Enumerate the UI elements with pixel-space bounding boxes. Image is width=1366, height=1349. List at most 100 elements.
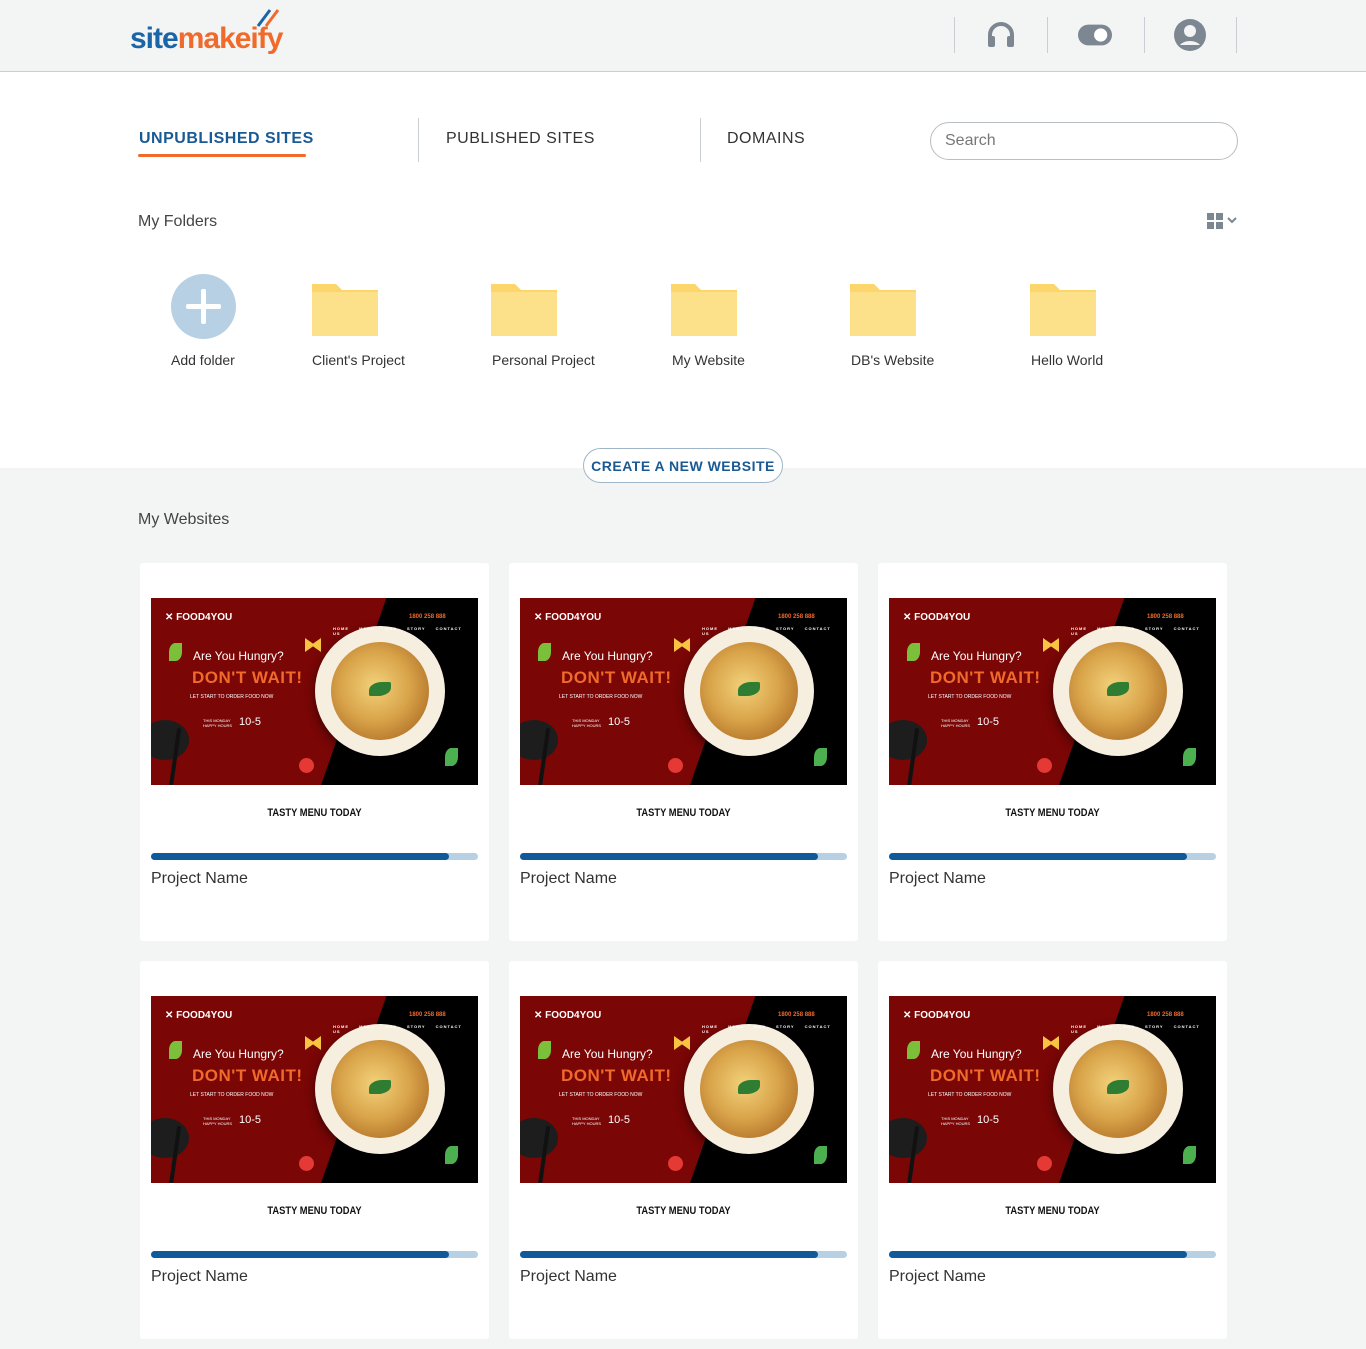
leaf-image bbox=[1183, 748, 1196, 766]
leaf-image bbox=[445, 748, 458, 766]
website-card[interactable]: ✕ FOOD4YOU HOME MENU OUR STORY CONTACT U… bbox=[509, 961, 858, 1339]
header-divider bbox=[1236, 17, 1237, 53]
search-input[interactable] bbox=[930, 122, 1238, 160]
toggle-icon[interactable] bbox=[1078, 18, 1112, 52]
folder-label: My Website bbox=[672, 352, 745, 368]
my-websites-title: My Websites bbox=[138, 511, 230, 528]
thumbnail-tagline: TASTY MENU TODAY bbox=[636, 807, 731, 819]
project-name[interactable]: Project Name bbox=[520, 870, 617, 888]
folder-item[interactable]: My Website bbox=[671, 274, 831, 374]
thumbnail-cta: DON'T WAIT! bbox=[192, 1066, 303, 1085]
header-divider bbox=[1047, 17, 1048, 53]
folder-item[interactable]: Personal Project bbox=[491, 274, 651, 374]
thumbnail-nav: HOME MENU OUR STORY CONTACT US bbox=[1071, 626, 1200, 636]
project-name[interactable]: Project Name bbox=[151, 870, 248, 888]
user-icon[interactable] bbox=[1173, 18, 1207, 52]
folder-label: Client's Project bbox=[312, 352, 405, 368]
progress-bar bbox=[889, 1251, 1216, 1258]
thumbnail-headline: Are You Hungry? bbox=[931, 1047, 1022, 1061]
thumbnail-hours: 10-5 bbox=[239, 1114, 262, 1126]
headset-icon[interactable] bbox=[984, 18, 1018, 52]
logo-slash-icon bbox=[256, 9, 280, 27]
top-bar: sitemakeify bbox=[0, 0, 1366, 72]
website-thumbnail[interactable]: ✕ FOOD4YOU HOME MENU OUR STORY CONTACT U… bbox=[889, 996, 1216, 1183]
website-thumbnail[interactable]: ✕ FOOD4YOU HOME MENU OUR STORY CONTACT U… bbox=[520, 598, 847, 785]
leaf-image bbox=[169, 643, 182, 661]
thumbnail-hours: 10-5 bbox=[608, 1114, 631, 1126]
website-card[interactable]: ✕ FOOD4YOU HOME MENU OUR STORY CONTACT U… bbox=[878, 961, 1227, 1339]
progress-fill bbox=[520, 1251, 818, 1258]
thumbnail-brand: ✕ FOOD4YOU bbox=[534, 1010, 602, 1021]
thumbnail-hours-label: THIS MONDAY HAPPY HOURS bbox=[941, 718, 971, 728]
thumbnail-tagline: TASTY MENU TODAY bbox=[1005, 807, 1100, 819]
active-tab-indicator bbox=[138, 154, 306, 157]
pasta-bow-image bbox=[674, 1036, 690, 1050]
thumbnail-hours-label: THIS MONDAY HAPPY HOURS bbox=[941, 1116, 971, 1126]
tomato-image bbox=[668, 1156, 683, 1171]
thumbnail-hours: 10-5 bbox=[239, 716, 262, 728]
thumbnail-tagline: TASTY MENU TODAY bbox=[1005, 1205, 1100, 1217]
thumbnail-headline: Are You Hungry? bbox=[562, 649, 653, 663]
project-name[interactable]: Project Name bbox=[889, 1268, 986, 1286]
progress-bar bbox=[889, 853, 1216, 860]
website-card[interactable]: ✕ FOOD4YOU HOME MENU OUR STORY CONTACT U… bbox=[140, 961, 489, 1339]
project-name[interactable]: Project Name bbox=[151, 1268, 248, 1286]
tab-unpublished-sites[interactable]: UNPUBLISHED SITES bbox=[139, 130, 314, 148]
tab-divider bbox=[418, 118, 419, 162]
folder-icon bbox=[671, 284, 737, 336]
thumbnail-phone: 1800 258 888 bbox=[778, 1012, 815, 1018]
folder-item[interactable]: DB's Website bbox=[850, 274, 1010, 374]
thumbnail-cta: DON'T WAIT! bbox=[561, 1066, 672, 1085]
thumbnail-headline: Are You Hungry? bbox=[193, 1047, 284, 1061]
thumbnail-phone: 1800 258 888 bbox=[778, 614, 815, 620]
thumbnail-hours: 10-5 bbox=[977, 716, 1000, 728]
folder-icon bbox=[491, 284, 557, 336]
thumbnail-subtext: LET START TO ORDER FOOD NOW bbox=[928, 1092, 1012, 1098]
thumbnail-hours-label: THIS MONDAY HAPPY HOURS bbox=[203, 1116, 233, 1126]
pasta-bow-image bbox=[1043, 1036, 1059, 1050]
thumbnail-nav: HOME MENU OUR STORY CONTACT US bbox=[702, 626, 831, 636]
pasta-bow-image bbox=[674, 638, 690, 652]
website-thumbnail[interactable]: ✕ FOOD4YOU HOME MENU OUR STORY CONTACT U… bbox=[520, 996, 847, 1183]
website-card[interactable]: ✕ FOOD4YOU HOME MENU OUR STORY CONTACT U… bbox=[878, 563, 1227, 941]
thumbnail-brand: ✕ FOOD4YOU bbox=[165, 612, 233, 623]
project-name[interactable]: Project Name bbox=[520, 1268, 617, 1286]
tab-published-sites[interactable]: PUBLISHED SITES bbox=[446, 130, 595, 148]
leaf-image bbox=[169, 1041, 182, 1059]
website-thumbnail[interactable]: ✕ FOOD4YOU HOME MENU OUR STORY CONTACT U… bbox=[889, 598, 1216, 785]
folder-label: DB's Website bbox=[851, 352, 935, 368]
sitemakeify-logo[interactable]: sitemakeify bbox=[130, 9, 283, 56]
website-card[interactable]: ✕ FOOD4YOU HOME MENU OUR STORY CONTACT U… bbox=[509, 563, 858, 941]
tab-domains[interactable]: DOMAINS bbox=[727, 130, 805, 148]
thumbnail-subtext: LET START TO ORDER FOOD NOW bbox=[190, 694, 274, 700]
leaf-image bbox=[814, 748, 827, 766]
project-name[interactable]: Project Name bbox=[889, 870, 986, 888]
thumbnail-hours-label: THIS MONDAY HAPPY HOURS bbox=[572, 1116, 602, 1126]
tomato-image bbox=[1037, 758, 1052, 773]
thumbnail-brand: ✕ FOOD4YOU bbox=[903, 1010, 971, 1021]
website-thumbnail[interactable]: ✕ FOOD4YOU HOME MENU OUR STORY CONTACT U… bbox=[151, 996, 478, 1183]
tomato-image bbox=[668, 758, 683, 773]
thumbnail-hours: 10-5 bbox=[977, 1114, 1000, 1126]
progress-bar bbox=[520, 1251, 847, 1258]
thumbnail-tagline: TASTY MENU TODAY bbox=[636, 1205, 731, 1217]
leaf-image bbox=[907, 643, 920, 661]
website-card[interactable]: ✕ FOOD4YOU HOME MENU OUR STORY CONTACT U… bbox=[140, 563, 489, 941]
folder-icon bbox=[312, 284, 378, 336]
thumbnail-nav: HOME MENU OUR STORY CONTACT US bbox=[1071, 1024, 1200, 1034]
progress-bar bbox=[151, 853, 478, 860]
leaf-image bbox=[445, 1146, 458, 1164]
folder-label: Hello World bbox=[1031, 352, 1104, 368]
create-new-website-button[interactable]: CREATE A NEW WEBSITE bbox=[583, 448, 783, 483]
thumbnail-brand: ✕ FOOD4YOU bbox=[534, 612, 602, 623]
thumbnail-headline: Are You Hungry? bbox=[193, 649, 284, 663]
website-thumbnail[interactable]: ✕ FOOD4YOU HOME MENU OUR STORY CONTACT U… bbox=[151, 598, 478, 785]
thumbnail-hours-label: THIS MONDAY HAPPY HOURS bbox=[203, 718, 233, 728]
bowl-image bbox=[151, 720, 189, 760]
folder-item[interactable]: Client's Project bbox=[312, 274, 472, 374]
grid-view-icon[interactable] bbox=[1207, 212, 1241, 230]
thumbnail-cta: DON'T WAIT! bbox=[192, 668, 303, 687]
folder-item[interactable]: Hello World bbox=[1030, 274, 1190, 374]
folder-label: Personal Project bbox=[492, 352, 595, 368]
thumbnail-tagline: TASTY MENU TODAY bbox=[267, 807, 362, 819]
